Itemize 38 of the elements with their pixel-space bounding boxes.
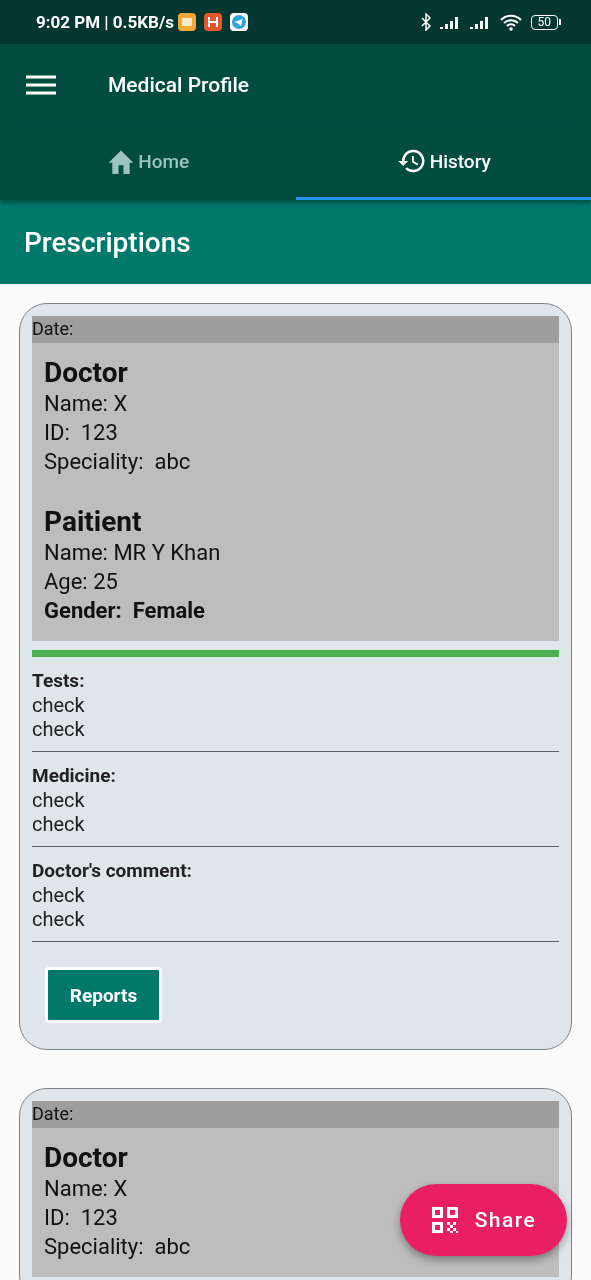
notification-icon <box>204 13 222 31</box>
battery-icon: 50 <box>530 14 561 30</box>
section-title: Prescriptions <box>24 225 191 259</box>
app-title: Medical Profile <box>108 72 249 97</box>
date-label: Date: <box>32 316 559 343</box>
field-value: check <box>32 693 86 717</box>
field-label: Tests: <box>32 669 86 693</box>
field-value: check <box>32 717 86 741</box>
info-line: ID: 123 <box>44 419 118 447</box>
info-line: Age: 25 <box>44 568 118 596</box>
section-heading: Doctor <box>44 357 128 389</box>
info-line: Name: MR Y Khan <box>44 539 221 567</box>
field-label: Medicine: <box>32 764 117 788</box>
info-line: Name: X <box>44 1175 128 1203</box>
signal-icon <box>438 15 461 29</box>
field-label: Doctor's comment: <box>32 859 193 883</box>
section-heading: Doctor <box>44 1142 128 1174</box>
field-value: check <box>32 907 86 931</box>
wifi-icon <box>498 13 523 31</box>
reports-button[interactable]: Reports <box>45 967 162 1023</box>
nav-tab[interactable]: Home <box>0 125 296 200</box>
field-value: check <box>32 788 86 812</box>
date-label: Date: <box>32 1101 559 1128</box>
share-button[interactable]: Share <box>400 1184 567 1256</box>
bluetooth-icon <box>420 13 431 31</box>
qr-code-icon <box>430 1206 459 1234</box>
signal-icon <box>468 15 491 29</box>
info-line: Speciality: abc <box>44 448 191 476</box>
info-line: ID: 123 <box>44 1204 118 1232</box>
info-line: Name: X <box>44 390 128 418</box>
menu-button[interactable] <box>26 74 56 95</box>
field-value: check <box>32 812 86 836</box>
status-time: 9:02 PM | 0.5KB/s <box>36 12 174 32</box>
notification-icon <box>178 13 196 31</box>
info-line: Speciality: abc <box>44 1233 191 1261</box>
field-value: check <box>32 883 86 907</box>
info-line: Gender: Female <box>44 597 205 625</box>
section-heading: Paitient <box>44 506 142 538</box>
